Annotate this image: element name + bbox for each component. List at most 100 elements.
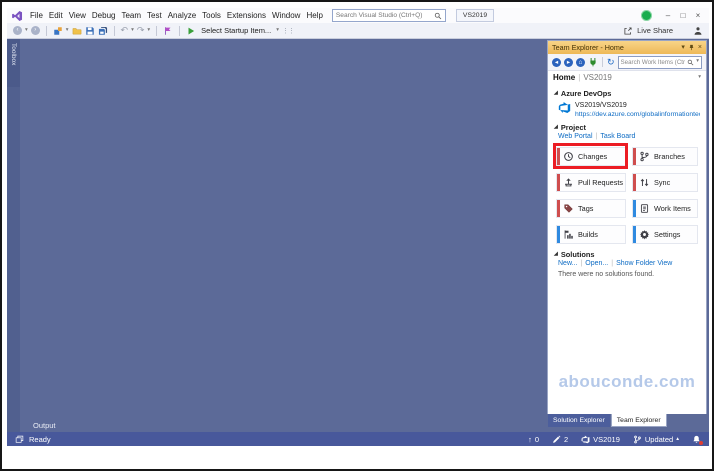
close-button[interactable]: ×: [691, 8, 705, 23]
search-icon: [434, 12, 442, 19]
menu-help[interactable]: Help: [303, 11, 325, 20]
section-azure-devops[interactable]: ◢ Azure DevOps: [554, 89, 700, 98]
azure-devops-logo-icon: [558, 101, 571, 114]
output-tab[interactable]: Output: [27, 420, 62, 432]
tab-solution-explorer[interactable]: Solution Explorer: [548, 414, 610, 427]
task-board-link[interactable]: Task Board: [600, 133, 635, 140]
menu-window[interactable]: Window: [269, 11, 303, 20]
open-folder-icon[interactable]: [72, 26, 82, 36]
repository-indicator[interactable]: VS2019: [581, 435, 620, 444]
collapse-triangle-icon: ◢: [554, 90, 558, 96]
tile-label: Branches: [654, 151, 685, 161]
menu-debug[interactable]: Debug: [89, 11, 119, 20]
tile-label: Settings: [654, 229, 681, 239]
notifications-indicator[interactable]: [692, 435, 703, 445]
toolbar-overflow-icon[interactable]: ⋮⋮: [282, 27, 295, 35]
sync-icon: [639, 177, 650, 188]
outgoing-commits-indicator[interactable]: ↑ 0: [528, 435, 539, 444]
flag-icon[interactable]: [163, 26, 173, 36]
run-icon[interactable]: [186, 26, 196, 36]
tile-label: Pull Requests: [578, 177, 624, 187]
te-home-icon[interactable]: ⌂: [576, 57, 585, 67]
tile-changes[interactable]: Changes: [552, 142, 629, 169]
tile-settings[interactable]: Settings: [632, 224, 698, 244]
tile-accent-bar: [633, 147, 636, 165]
connect-plug-icon[interactable]: [588, 57, 598, 67]
navigate-forward-icon[interactable]: ›: [30, 26, 40, 35]
new-item-dropdown-icon[interactable]: ▾: [66, 27, 69, 34]
history-icon: [563, 151, 574, 162]
window-position-dropdown-icon[interactable]: ▾: [681, 44, 685, 51]
tile-pull-requests[interactable]: Pull Requests: [556, 172, 627, 192]
redo-dropdown-icon[interactable]: ▾: [147, 27, 150, 34]
menu-bar: File Edit View Debug Team Test Analyze Tools Ext…: [27, 11, 326, 20]
menu-view[interactable]: View: [66, 11, 89, 20]
maximize-button[interactable]: □: [676, 8, 690, 23]
startup-item-selector[interactable]: Select Startup Item...: [201, 26, 271, 35]
tile-work-items[interactable]: Work Items: [632, 198, 698, 218]
navigate-back-dropdown-icon[interactable]: ▾: [25, 27, 28, 34]
close-panel-icon[interactable]: ×: [698, 44, 702, 51]
save-icon[interactable]: [85, 26, 95, 36]
section-project[interactable]: ◢ Project: [554, 123, 700, 132]
devops-url-link[interactable]: https://dev.azure.com/globalinformationt…: [575, 110, 700, 119]
menu-extensions[interactable]: Extensions: [224, 11, 269, 20]
refresh-icon[interactable]: ↻: [607, 57, 615, 67]
feedback-person-icon[interactable]: [693, 26, 703, 36]
toolbox-tab[interactable]: Toolbox: [7, 39, 20, 87]
search-visual-studio-input[interactable]: Search Visual Studio (Ctrl+Q): [331, 9, 446, 22]
devops-account[interactable]: VS2019/VS2019: [575, 101, 700, 110]
open-solution-link[interactable]: Open...: [585, 260, 608, 267]
tile-tags[interactable]: Tags: [556, 198, 627, 218]
tag-icon: [563, 203, 574, 214]
tile-sync[interactable]: Sync: [632, 172, 698, 192]
gear-icon: [639, 229, 650, 240]
menu-team[interactable]: Team: [118, 11, 144, 20]
collapse-triangle-icon: ◢: [554, 123, 558, 130]
team-explorer-header[interactable]: Team Explorer - Home ▾ ×: [548, 41, 706, 54]
tile-builds[interactable]: Builds: [556, 224, 627, 244]
redo-icon[interactable]: ↷: [137, 26, 145, 35]
startup-item-dropdown-icon[interactable]: ▾: [276, 27, 279, 34]
tab-team-explorer[interactable]: Team Explorer: [610, 414, 667, 427]
menu-tools[interactable]: Tools: [199, 11, 224, 20]
te-back-icon[interactable]: ◂: [552, 57, 561, 67]
title-bar: File Edit View Debug Team Test Analyze Tools Ext…: [7, 8, 709, 23]
navigate-back-icon[interactable]: ‹: [13, 26, 22, 35]
show-folder-view-link[interactable]: Show Folder View: [616, 260, 672, 267]
solution-badge[interactable]: VS2019: [455, 9, 495, 22]
tile-label: Sync: [654, 177, 671, 187]
menu-analyze[interactable]: Analyze: [165, 11, 199, 20]
te-page-dropdown-icon[interactable]: ▾: [698, 74, 701, 81]
tile-branches[interactable]: Branches: [632, 146, 698, 166]
tile-accent-bar: [633, 173, 636, 191]
menu-test[interactable]: Test: [144, 11, 165, 20]
search-scope-dropdown-icon[interactable]: ▾: [696, 59, 699, 65]
new-solution-link[interactable]: New...: [558, 260, 577, 267]
tile-label: Tags: [578, 203, 594, 213]
te-page-context: VS2019: [583, 73, 612, 82]
save-all-icon[interactable]: [98, 26, 108, 36]
watermark: abouconde.com: [558, 372, 696, 391]
live-share-icon[interactable]: [623, 26, 633, 36]
pencil-icon: [552, 435, 561, 444]
uncommitted-changes-indicator[interactable]: 2: [552, 435, 568, 444]
web-portal-link[interactable]: Web Portal: [558, 133, 593, 140]
collapse-triangle-icon: ◢: [554, 250, 558, 257]
menu-edit[interactable]: Edit: [46, 11, 66, 20]
te-forward-icon[interactable]: ▸: [564, 57, 573, 67]
menu-file[interactable]: File: [27, 11, 46, 20]
section-solutions[interactable]: ◢ Solutions: [554, 250, 700, 259]
account-avatar[interactable]: [641, 10, 652, 21]
add-to-source-control-icon[interactable]: [53, 26, 63, 36]
search-work-items-input[interactable]: Search Work Items (Ctrl+') ▾: [617, 55, 702, 69]
undo-icon[interactable]: ↶: [121, 26, 129, 35]
pin-icon[interactable]: [688, 44, 695, 51]
team-explorer-panel: Team Explorer - Home ▾ × ◂ ▸ ⌂ ↻ Search: [547, 40, 707, 427]
notification-badge: [699, 440, 703, 445]
tile-accent-bar: [557, 225, 560, 243]
branch-sync-indicator[interactable]: Updated ▴: [633, 435, 679, 444]
live-share-label[interactable]: Live Share: [637, 26, 673, 35]
minimize-button[interactable]: –: [661, 8, 675, 23]
undo-dropdown-icon[interactable]: ▾: [131, 27, 134, 34]
